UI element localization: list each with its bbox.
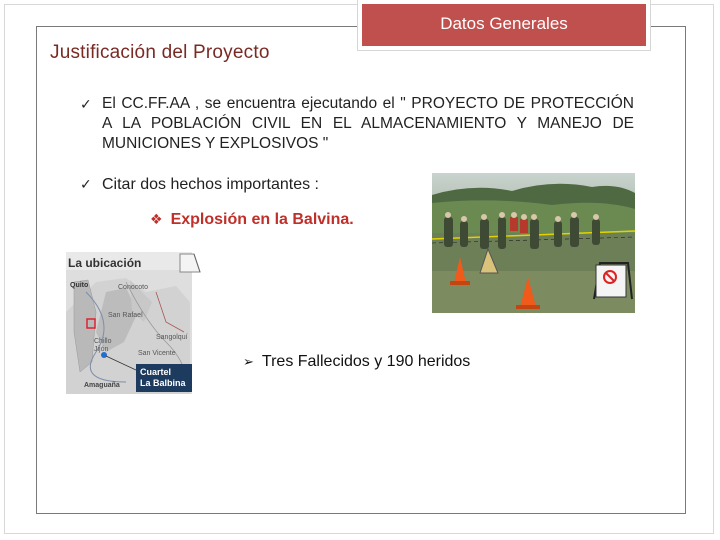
check-icon: ✓ <box>80 176 92 192</box>
map-badge-line2: La Balbina <box>140 378 186 388</box>
location-map: La ubicación Quito Conocoto Sangolquí Sa… <box>66 252 192 394</box>
site-photo <box>432 173 635 313</box>
bullet-text: Citar dos hechos importantes : <box>102 176 319 193</box>
bullet-events: ✓ Citar dos hechos importantes : <box>80 174 319 195</box>
map-label: Amaguaña <box>84 382 120 389</box>
header-tab: Datos Generales <box>358 0 650 50</box>
map-label: Chillo Jijón <box>94 338 112 353</box>
arrow-bullet-text: Tres Fallecidos y 190 heridos <box>261 353 471 370</box>
check-icon: ✓ <box>80 96 92 112</box>
map-label: San Vicente <box>138 350 176 357</box>
map-title: La ubicación <box>68 256 142 270</box>
arrow-bullet-casualties: ➢ Tres Fallecidos y 190 heridos <box>243 353 470 371</box>
section-title: Justificación del Proyecto <box>50 42 270 63</box>
sub-bullet-explosion: ❖ Explosión en la Balvina. <box>150 211 354 229</box>
map-badge: Cuartel La Balbina <box>136 364 192 392</box>
map-label: Quito <box>70 282 89 289</box>
page-curl-icon <box>179 253 201 273</box>
map-badge-line1: Cuartel <box>140 367 172 377</box>
bullet-text: El CC.FF.AA , se encuentra ejecutando el… <box>102 95 634 152</box>
sub-bullet-text: Explosión en la Balvina. <box>170 211 354 228</box>
diamond-icon: ❖ <box>150 211 163 227</box>
arrow-right-icon: ➢ <box>243 354 254 369</box>
map-label: San Rafael <box>108 312 143 319</box>
map-label: Conocoto <box>118 284 148 291</box>
site-photo-graphic <box>432 173 635 313</box>
bullet-project: ✓ El CC.FF.AA , se encuentra ejecutando e… <box>80 94 640 154</box>
header-tab-label: Datos Generales <box>440 14 568 33</box>
map-label: Sangolquí <box>156 334 188 341</box>
